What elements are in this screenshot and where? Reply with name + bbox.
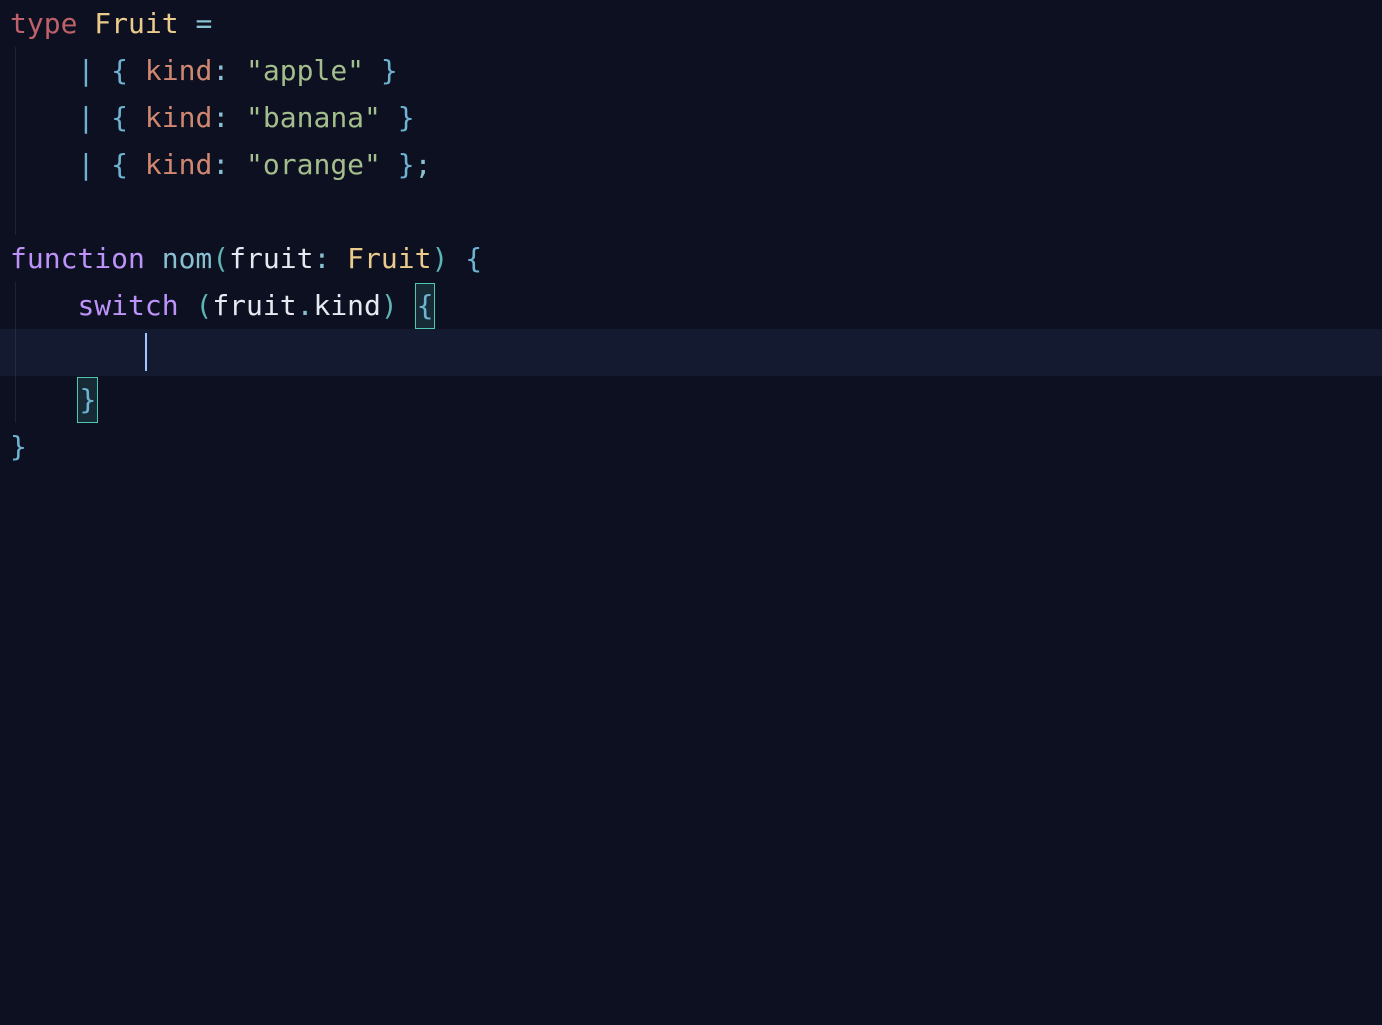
property-name: kind xyxy=(145,101,212,134)
union-pipe: | xyxy=(77,101,94,134)
indent-guide xyxy=(15,282,16,329)
string-literal: "banana" xyxy=(246,101,381,134)
keyword-type: type xyxy=(10,7,77,40)
text-cursor xyxy=(145,333,147,371)
indent-guide xyxy=(15,329,16,376)
brace-open: { xyxy=(465,242,482,275)
colon: : xyxy=(212,101,229,134)
function-name: nom xyxy=(162,242,213,275)
indent-guide xyxy=(15,141,16,188)
colon: : xyxy=(212,54,229,87)
brace-open-matched: { xyxy=(415,283,436,329)
member-access: kind xyxy=(313,289,380,322)
type-annotation: Fruit xyxy=(347,242,431,275)
property-name: kind xyxy=(145,54,212,87)
string-literal: "orange" xyxy=(246,148,381,181)
paren-open: ( xyxy=(212,242,229,275)
dot-operator: . xyxy=(297,289,314,322)
brace-close: } xyxy=(398,101,415,134)
keyword-switch: switch xyxy=(77,289,178,322)
parameter-name: fruit xyxy=(229,242,313,275)
brace-close: } xyxy=(381,54,398,87)
indent-guide xyxy=(15,188,16,235)
object-reference: fruit xyxy=(212,289,296,322)
code-line[interactable]: | { kind: "apple" } xyxy=(0,47,1382,94)
code-line[interactable]: | { kind: "orange" }; xyxy=(0,141,1382,188)
property-name: kind xyxy=(145,148,212,181)
indent-guide xyxy=(15,47,16,94)
indent-guide xyxy=(15,376,16,423)
semicolon: ; xyxy=(415,148,432,181)
code-line-active[interactable] xyxy=(0,329,1382,376)
string-literal: "apple" xyxy=(246,54,364,87)
paren-open: ( xyxy=(195,289,212,322)
colon: : xyxy=(313,242,330,275)
code-line[interactable]: | { kind: "banana" } xyxy=(0,94,1382,141)
code-line[interactable]: function nom(fruit: Fruit) { xyxy=(0,235,1382,282)
paren-close: ) xyxy=(381,289,398,322)
indent-guide xyxy=(15,94,16,141)
brace-open: { xyxy=(111,148,128,181)
code-line[interactable] xyxy=(0,188,1382,235)
code-line[interactable]: } xyxy=(0,423,1382,470)
type-identifier: Fruit xyxy=(94,7,178,40)
brace-close-matched: } xyxy=(77,377,98,423)
code-editor[interactable]: type Fruit = | { kind: "apple" } | { kin… xyxy=(0,0,1382,1025)
code-line[interactable]: type Fruit = xyxy=(0,0,1382,47)
paren-close: ) xyxy=(431,242,448,275)
brace-close: } xyxy=(10,430,27,463)
code-line[interactable]: } xyxy=(0,376,1382,423)
brace-close: } xyxy=(398,148,415,181)
union-pipe: | xyxy=(77,54,94,87)
keyword-function: function xyxy=(10,242,145,275)
union-pipe: | xyxy=(77,148,94,181)
brace-open: { xyxy=(111,101,128,134)
brace-open: { xyxy=(111,54,128,87)
code-line[interactable]: switch (fruit.kind) { xyxy=(0,282,1382,329)
colon: : xyxy=(212,148,229,181)
equals-operator: = xyxy=(195,7,212,40)
